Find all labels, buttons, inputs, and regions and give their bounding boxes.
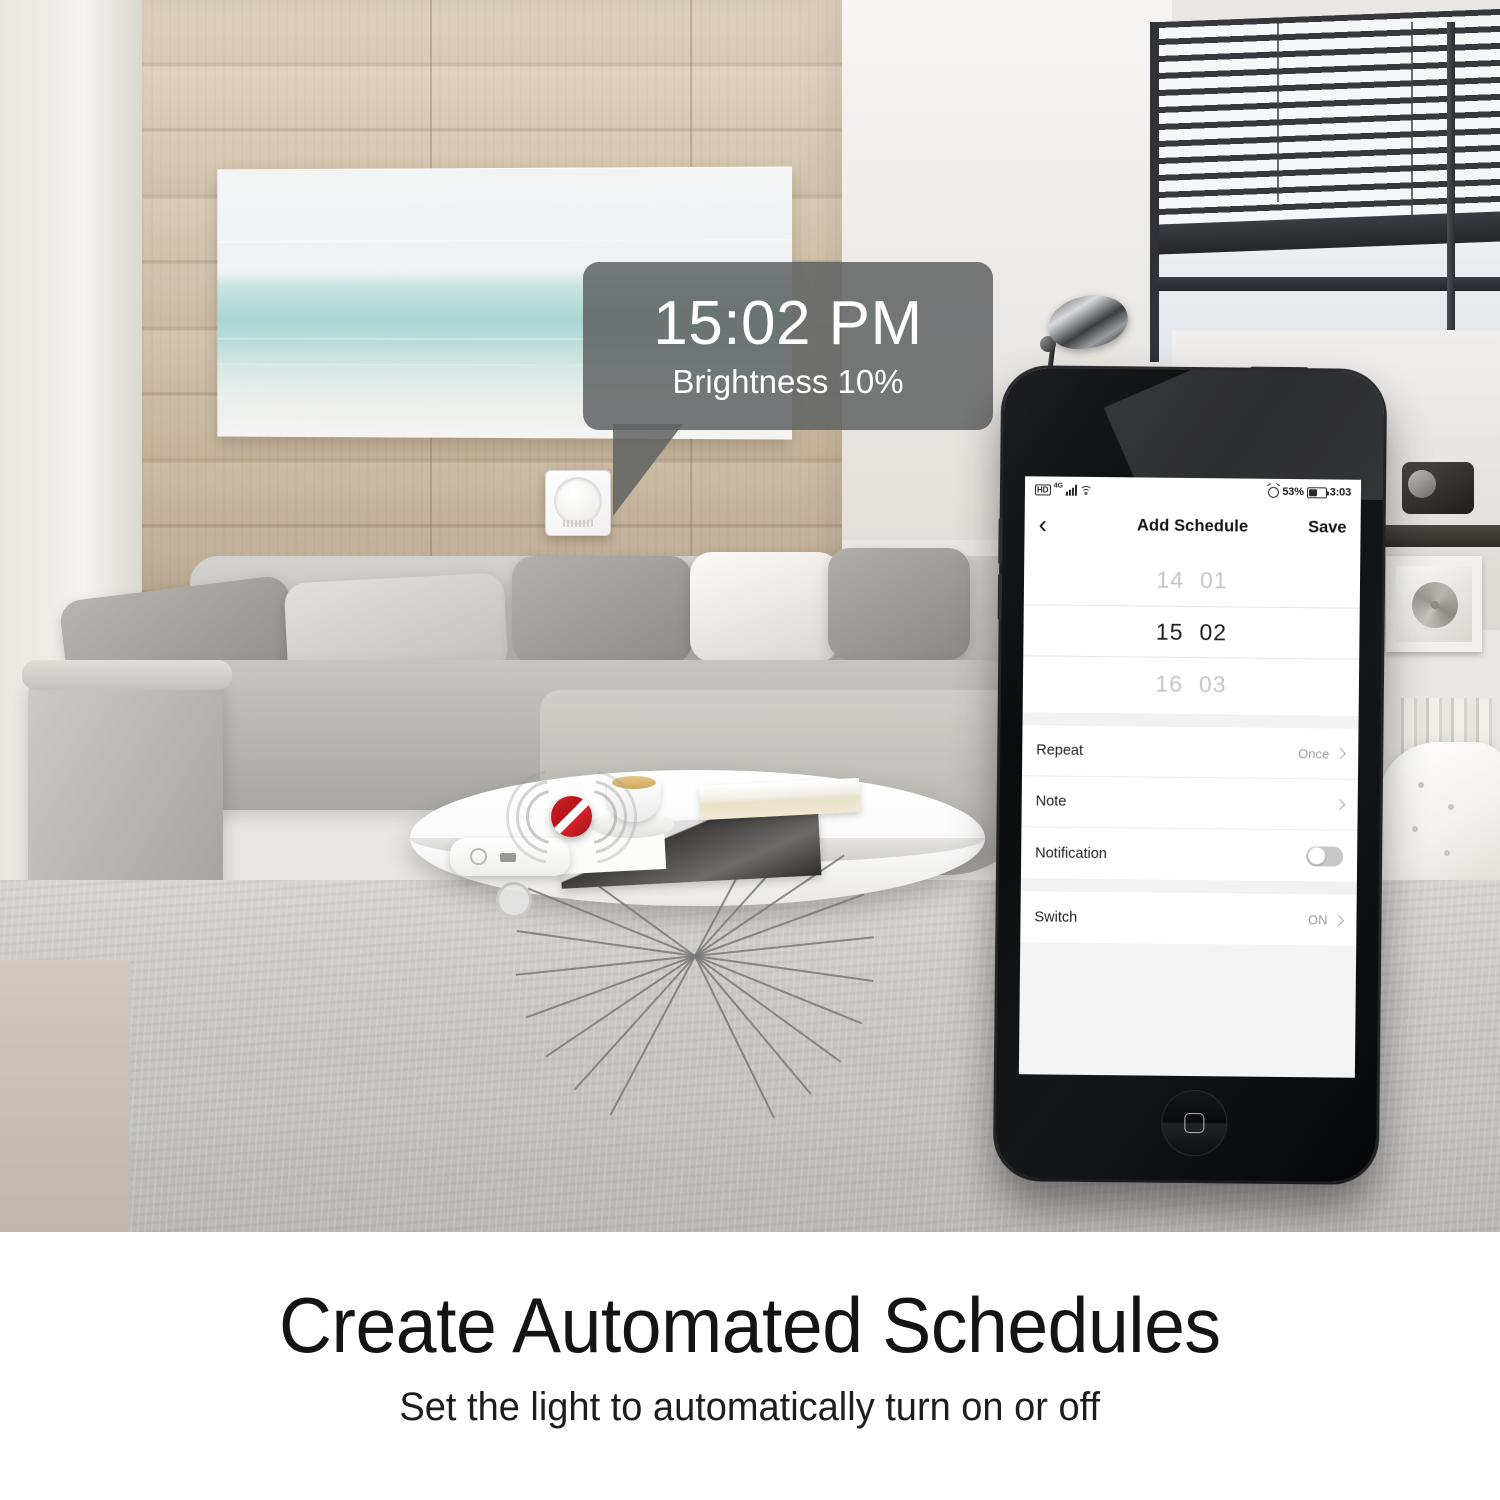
time-picker-row[interactable]: 16 03: [1023, 656, 1360, 712]
row-notification[interactable]: Notification: [1021, 827, 1358, 882]
notification-toggle[interactable]: [1306, 845, 1344, 867]
blind-cord: [1411, 22, 1413, 222]
wifi-icon: [1079, 484, 1093, 499]
chevron-right-icon: [1334, 798, 1346, 811]
row-switch[interactable]: Switch ON: [1020, 891, 1357, 946]
table-wire-base: [505, 796, 885, 1119]
dimmer-knob[interactable]: [555, 478, 601, 524]
hub-power-icon: [470, 848, 487, 865]
picker-hour: 15: [1155, 618, 1184, 645]
hd-icon: HD: [1034, 483, 1051, 496]
battery-percent: 53%: [1282, 485, 1304, 499]
picker-hour: 14: [1156, 566, 1185, 593]
throw-pillow: [828, 548, 970, 660]
spiral-motif: [1412, 582, 1458, 628]
nav-bar: ‹ Add Schedule Save: [1024, 502, 1361, 550]
bubble-time: 15:02 PM: [653, 289, 923, 359]
living-room-scene: 15:02 PM Brightness 10% HD 4G 53% 3:03 ‹…: [0, 0, 1500, 1232]
volume-up-button[interactable]: [998, 517, 1003, 565]
window: [1150, 8, 1500, 362]
settings-list: Repeat Once Note Notification: [1020, 725, 1359, 882]
row-label: Repeat: [1036, 742, 1084, 759]
row-note[interactable]: Note: [1021, 776, 1358, 831]
save-button[interactable]: Save: [1308, 518, 1347, 537]
throw-pillow: [690, 552, 840, 662]
row-label: Notification: [1035, 844, 1107, 862]
row-label: Switch: [1034, 908, 1078, 926]
smartphone: HD 4G 53% 3:03 ‹ Add Schedule Save 14 01…: [995, 366, 1385, 1182]
row-value: Once: [1298, 745, 1330, 761]
framed-art: [1386, 556, 1482, 652]
switch-section: Switch ON: [1020, 891, 1357, 946]
battery-icon: [1306, 486, 1327, 498]
speech-bubble-tail: [613, 424, 683, 516]
network-type-icon: 4G: [1053, 482, 1063, 490]
caption-subtitle: Set the light to automatically turn on o…: [399, 1385, 1101, 1429]
volume-down-button[interactable]: [997, 573, 1003, 621]
caption-title: Create Automated Schedules: [279, 1281, 1221, 1369]
row-repeat[interactable]: Repeat Once: [1021, 725, 1359, 780]
throw-pillow: [512, 556, 692, 664]
picker-minute: 02: [1199, 618, 1228, 645]
row-value: ON: [1307, 912, 1328, 928]
side-object-round: [1408, 470, 1436, 498]
hub-port-icon: [500, 853, 516, 862]
picker-hour: 16: [1155, 670, 1184, 697]
empty-area: [1018, 942, 1357, 1076]
home-button-square-icon: [1184, 1112, 1205, 1134]
time-picker-row-selected[interactable]: 15 02: [1023, 604, 1360, 660]
time-picker[interactable]: 14 01 15 02 16 03: [1022, 546, 1361, 716]
chevron-right-icon: [1332, 914, 1345, 926]
signal-bars-icon: [1065, 484, 1077, 496]
chevron-right-icon: [1334, 747, 1346, 760]
product-marketing-image: 15:02 PM Brightness 10% HD 4G 53% 3:03 ‹…: [0, 0, 1500, 1500]
sofa-arm-top: [22, 660, 232, 690]
status-bar: HD 4G 53% 3:03: [1024, 476, 1362, 506]
bubble-brightness: Brightness 10%: [672, 362, 904, 400]
table-base-hub: [496, 882, 532, 918]
window-mullion: [1447, 22, 1455, 362]
status-speech-bubble: 15:02 PM Brightness 10%: [583, 262, 993, 430]
power-button[interactable]: [1250, 366, 1309, 372]
row-label: Note: [1035, 793, 1067, 810]
z-wave-logo: [551, 796, 592, 837]
picker-minute: 01: [1199, 566, 1228, 593]
floor: [0, 960, 130, 1232]
alarm-icon: [1268, 486, 1280, 498]
dimmer-brand-logo: [563, 520, 593, 527]
blind-cord: [1277, 22, 1279, 202]
caption-block: Create Automated Schedules Set the light…: [0, 1232, 1500, 1500]
time-picker-row[interactable]: 14 01: [1024, 552, 1361, 608]
picker-minute: 03: [1198, 670, 1227, 697]
phone-screen: HD 4G 53% 3:03 ‹ Add Schedule Save 14 01…: [1018, 476, 1362, 1078]
status-clock: 3:03: [1329, 486, 1352, 499]
